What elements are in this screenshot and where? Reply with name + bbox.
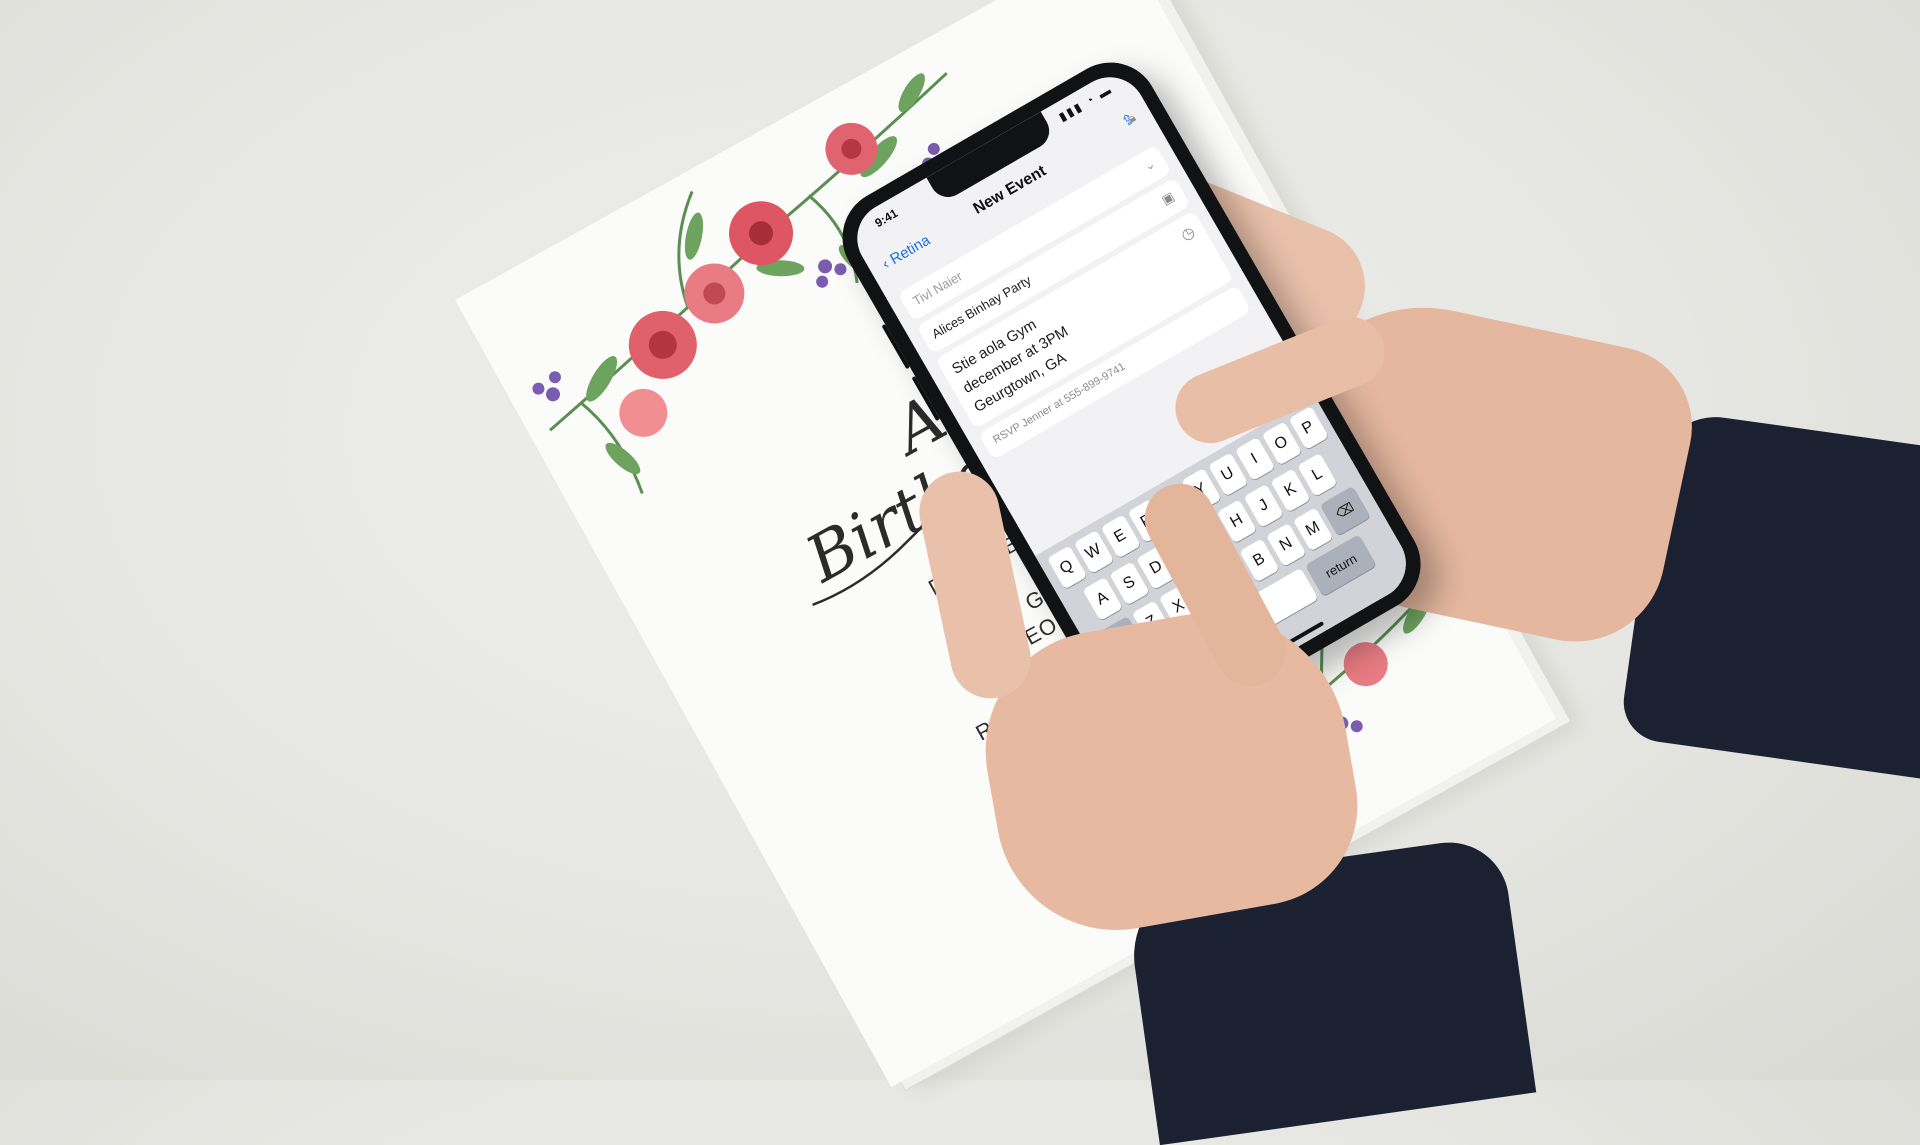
calendar-icon[interactable]: ▣ xyxy=(1159,189,1178,209)
chevron-down-icon[interactable]: ⌄ xyxy=(1141,156,1158,175)
status-time: 9:41 xyxy=(872,206,901,231)
